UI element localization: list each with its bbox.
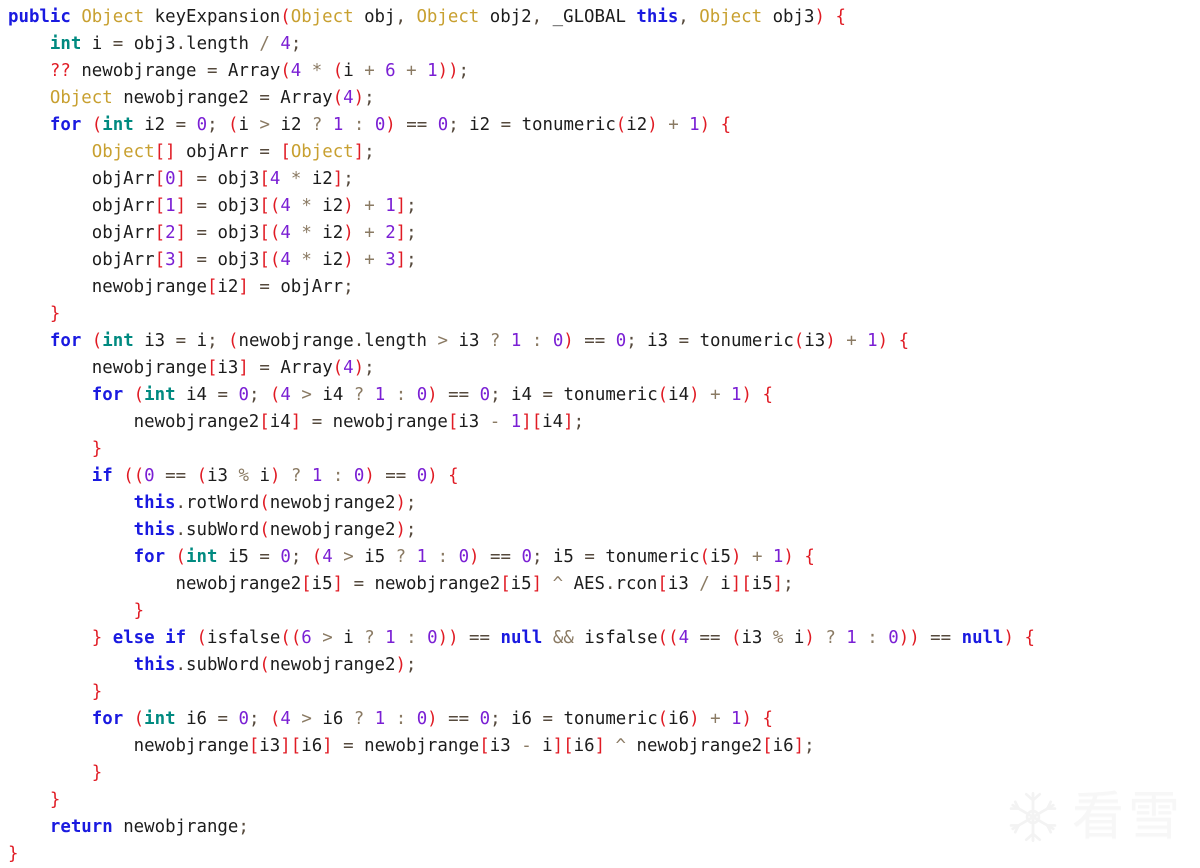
code-line[interactable]: ?? newobjrange = Array(4 * (i + 6 + 1)); (0, 58, 1200, 85)
code-line[interactable]: } else if (isfalse((6 > i ? 1 : 0)) == n… (0, 625, 1200, 652)
code-line[interactable]: for (int i6 = 0; (4 > i6 ? 1 : 0) == 0; … (0, 706, 1200, 733)
code-line[interactable]: int i = obj3.length / 4; (0, 31, 1200, 58)
code-line[interactable]: for (int i5 = 0; (4 > i5 ? 1 : 0) == 0; … (0, 544, 1200, 571)
code-line[interactable]: return newobjrange; (0, 814, 1200, 841)
code-line[interactable]: } (0, 301, 1200, 328)
code-line[interactable]: objArr[0] = obj3[4 * i2]; (0, 166, 1200, 193)
code-line[interactable]: } (0, 841, 1200, 868)
code-line[interactable]: this.rotWord(newobjrange2); (0, 490, 1200, 517)
code-line[interactable]: } (0, 760, 1200, 787)
code-line[interactable]: } (0, 436, 1200, 463)
code-line[interactable]: for (int i2 = 0; (i > i2 ? 1 : 0) == 0; … (0, 112, 1200, 139)
code-line[interactable]: this.subWord(newobjrange2); (0, 517, 1200, 544)
code-line[interactable]: for (int i3 = i; (newobjrange.length > i… (0, 328, 1200, 355)
code-line[interactable]: objArr[3] = obj3[(4 * i2) + 3]; (0, 247, 1200, 274)
code-line[interactable]: public Object keyExpansion(Object obj, O… (0, 4, 1200, 31)
code-line[interactable]: newobjrange[i3] = Array(4); (0, 355, 1200, 382)
code-line[interactable]: newobjrange2[i4] = newobjrange[i3 - 1][i… (0, 409, 1200, 436)
code-line[interactable]: newobjrange2[i5] = newobjrange2[i5] ^ AE… (0, 571, 1200, 598)
code-line[interactable]: Object[] objArr = [Object]; (0, 139, 1200, 166)
code-line[interactable]: newobjrange[i3][i6] = newobjrange[i3 - i… (0, 733, 1200, 760)
code-line[interactable]: this.subWord(newobjrange2); (0, 652, 1200, 679)
code-body[interactable]: public Object keyExpansion(Object obj, O… (0, 4, 1200, 868)
code-line[interactable]: objArr[1] = obj3[(4 * i2) + 1]; (0, 193, 1200, 220)
code-line[interactable]: Object newobjrange2 = Array(4); (0, 85, 1200, 112)
code-line[interactable]: if ((0 == (i3 % i) ? 1 : 0) == 0) { (0, 463, 1200, 490)
code-line[interactable]: newobjrange[i2] = objArr; (0, 274, 1200, 301)
code-viewer[interactable]: public Object keyExpansion(Object obj, O… (0, 0, 1200, 864)
code-line[interactable]: } (0, 787, 1200, 814)
code-line[interactable]: } (0, 598, 1200, 625)
code-line[interactable]: } (0, 679, 1200, 706)
code-line[interactable]: objArr[2] = obj3[(4 * i2) + 2]; (0, 220, 1200, 247)
code-line[interactable]: for (int i4 = 0; (4 > i4 ? 1 : 0) == 0; … (0, 382, 1200, 409)
